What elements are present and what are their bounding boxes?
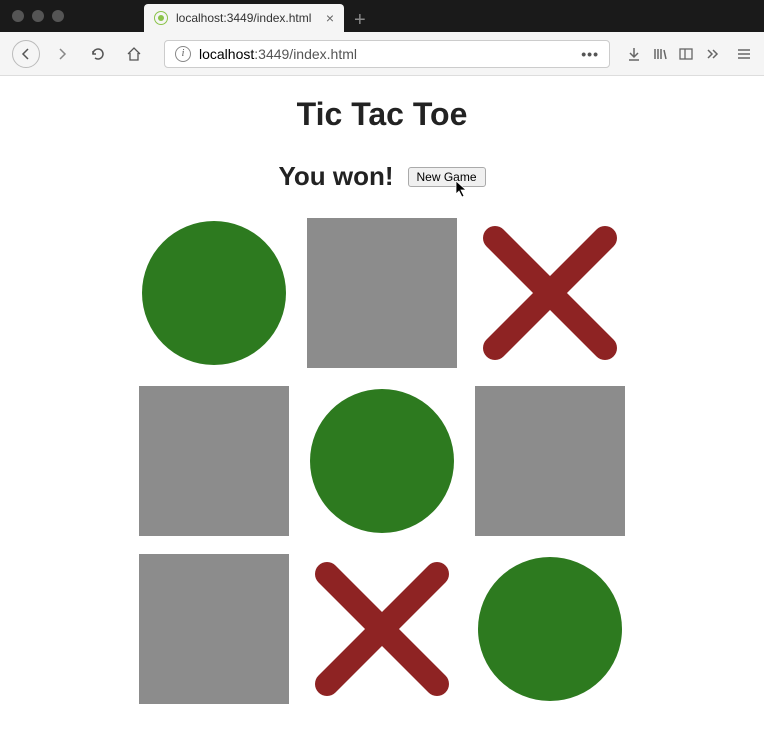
page-actions-icon[interactable]: ••• bbox=[581, 46, 599, 62]
board-cell-2-2 bbox=[475, 554, 625, 704]
url-host: localhost bbox=[199, 46, 254, 62]
minimize-window-button[interactable] bbox=[32, 10, 44, 22]
reload-icon bbox=[90, 46, 106, 62]
sidebar-button[interactable] bbox=[678, 46, 694, 62]
overflow-button[interactable] bbox=[704, 46, 720, 62]
new-tab-button[interactable]: + bbox=[344, 9, 376, 32]
arrow-right-icon bbox=[55, 47, 69, 61]
hamburger-icon bbox=[736, 46, 752, 62]
arrow-left-icon bbox=[19, 47, 33, 61]
board-cell-2-0[interactable] bbox=[139, 554, 289, 704]
board-cell-2-1 bbox=[307, 554, 457, 704]
sidebar-icon bbox=[678, 46, 694, 62]
board-cell-1-0[interactable] bbox=[139, 386, 289, 536]
new-game-label: New Game bbox=[417, 170, 477, 184]
toolbar-right bbox=[626, 46, 752, 62]
close-window-button[interactable] bbox=[12, 10, 24, 22]
library-icon bbox=[652, 46, 668, 62]
board-cell-0-2 bbox=[475, 218, 625, 368]
o-mark-icon bbox=[139, 218, 289, 368]
close-tab-button[interactable]: × bbox=[326, 10, 334, 26]
status-row: You won! New Game bbox=[278, 161, 485, 192]
library-button[interactable] bbox=[652, 46, 668, 62]
reload-button[interactable] bbox=[84, 40, 112, 68]
home-icon bbox=[126, 46, 142, 62]
forward-button[interactable] bbox=[48, 40, 76, 68]
board-cell-0-1[interactable] bbox=[307, 218, 457, 368]
download-icon bbox=[626, 46, 642, 62]
url-path: :3449/index.html bbox=[254, 46, 357, 62]
o-mark-icon bbox=[475, 554, 625, 704]
window-titlebar: localhost:3449/index.html × + bbox=[0, 0, 764, 32]
downloads-button[interactable] bbox=[626, 46, 642, 62]
x-mark-icon bbox=[475, 218, 625, 368]
home-button[interactable] bbox=[120, 40, 148, 68]
tab-bar: localhost:3449/index.html × + bbox=[144, 0, 376, 32]
url-bar[interactable]: i localhost:3449/index.html ••• bbox=[164, 40, 610, 68]
tab-title: localhost:3449/index.html bbox=[176, 11, 311, 25]
x-mark-icon bbox=[307, 554, 457, 704]
board-cell-1-1 bbox=[307, 386, 457, 536]
traffic-lights bbox=[12, 10, 64, 22]
url-text: localhost:3449/index.html bbox=[199, 46, 573, 62]
status-text: You won! bbox=[278, 161, 393, 192]
game-board bbox=[139, 218, 625, 704]
o-mark-icon bbox=[307, 386, 457, 536]
board-cell-1-2[interactable] bbox=[475, 386, 625, 536]
page-content: Tic Tac Toe You won! New Game bbox=[0, 76, 764, 738]
menu-button[interactable] bbox=[736, 46, 752, 62]
favicon-icon bbox=[154, 11, 168, 25]
site-info-icon[interactable]: i bbox=[175, 46, 191, 62]
back-button[interactable] bbox=[12, 40, 40, 68]
browser-tab[interactable]: localhost:3449/index.html × bbox=[144, 4, 344, 32]
game-title: Tic Tac Toe bbox=[297, 96, 468, 133]
chevron-double-right-icon bbox=[704, 46, 720, 62]
browser-toolbar: i localhost:3449/index.html ••• bbox=[0, 32, 764, 76]
board-cell-0-0 bbox=[139, 218, 289, 368]
new-game-button[interactable]: New Game bbox=[408, 167, 486, 187]
maximize-window-button[interactable] bbox=[52, 10, 64, 22]
